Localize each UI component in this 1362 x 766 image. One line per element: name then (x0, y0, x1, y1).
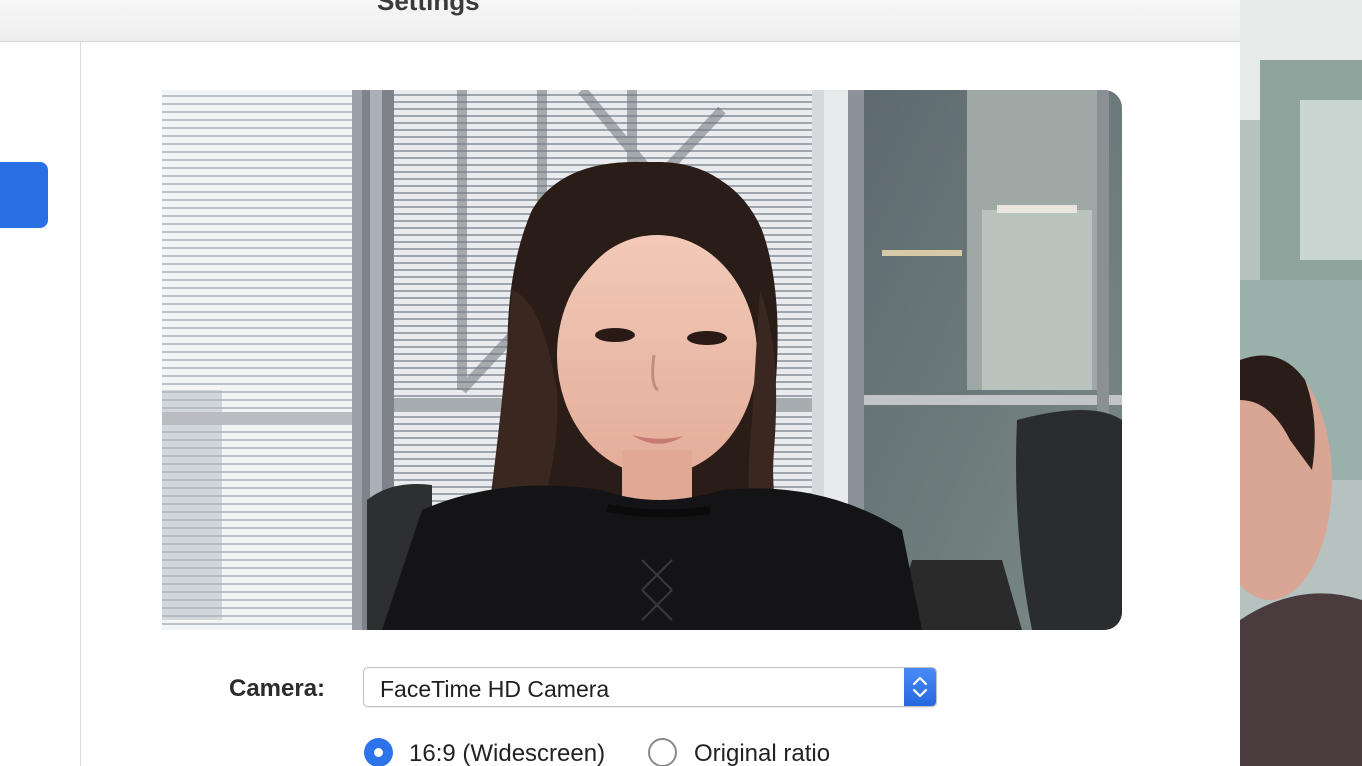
camera-label: Camera: (229, 675, 326, 702)
radio-widescreen-label[interactable]: 16:9 (Widescreen) (409, 740, 605, 766)
select-stepper-icon (904, 668, 936, 706)
camera-row: Camera: FaceTime HD Camera (229, 667, 949, 707)
camera-select[interactable]: FaceTime HD Camera (363, 667, 937, 707)
settings-window: Settings Camera: FaceTime HD Camera 16:9… (0, 0, 1240, 766)
title-bar: Settings (0, 0, 1240, 42)
camera-preview (162, 90, 1122, 630)
background-video-feed (1240, 0, 1362, 766)
radio-original-ratio-label[interactable]: Original ratio (694, 740, 830, 766)
sidebar-item-video[interactable] (0, 162, 48, 228)
camera-select-value: FaceTime HD Camera (380, 676, 610, 702)
sidebar (0, 42, 81, 766)
radio-widescreen[interactable] (364, 738, 393, 766)
aspect-ratio-options: 16:9 (Widescreen) Original ratio (363, 737, 963, 766)
radio-selected-dot (374, 748, 383, 757)
radio-original-ratio[interactable] (648, 738, 677, 766)
background-video-image (1240, 0, 1362, 766)
camera-preview-image (162, 90, 1122, 630)
window-title: Settings (377, 0, 480, 16)
